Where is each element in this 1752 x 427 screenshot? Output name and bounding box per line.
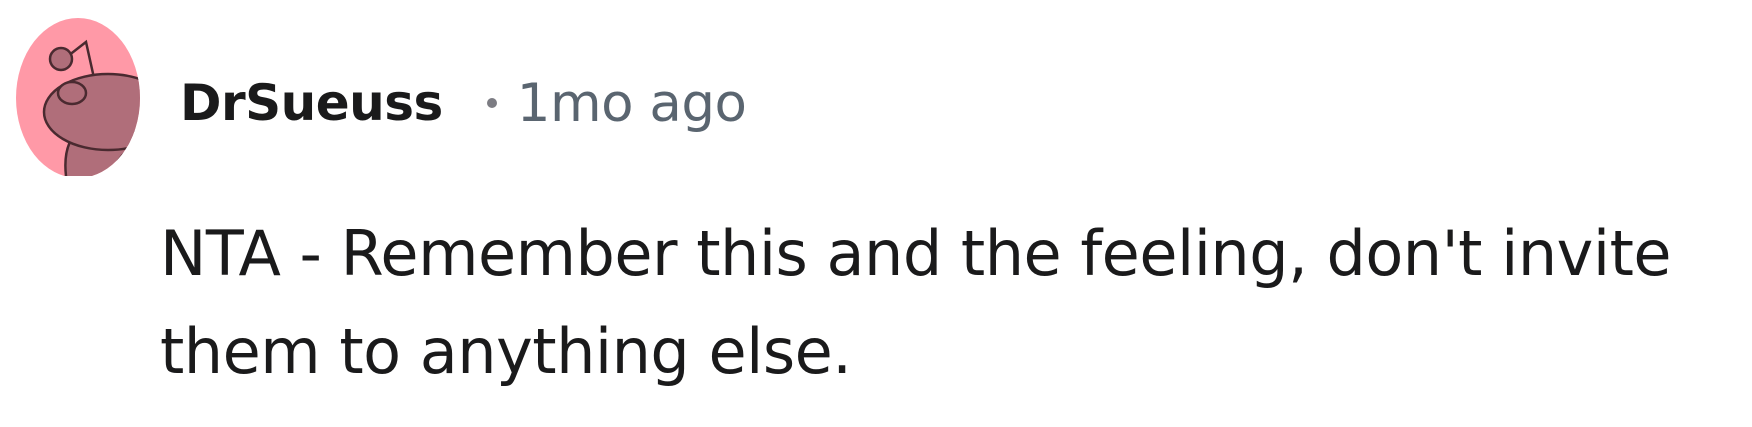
user-avatar[interactable] [16,16,140,176]
comment-body: NTA - Remember this and the feeling, don… [160,217,1672,388]
reddit-snoo-avatar-icon [16,18,140,176]
timestamp[interactable]: 1mo ago [517,73,747,134]
comment-meta: DrSueuss 1mo ago [180,68,747,138]
separator-dot [486,98,497,108]
username-link[interactable]: DrSueuss [180,74,443,132]
comment: DrSueuss 1mo ago NTA - Remember this and… [0,0,1752,427]
